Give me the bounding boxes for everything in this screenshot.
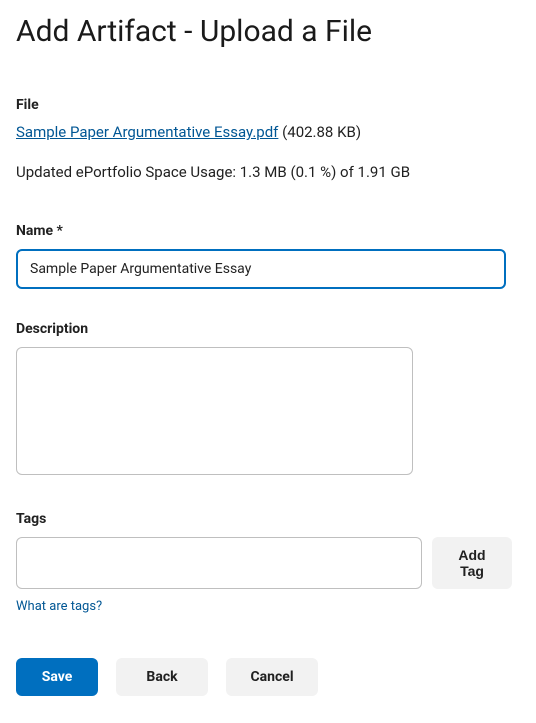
name-label: Name * — [16, 223, 520, 239]
name-input[interactable] — [16, 249, 506, 289]
storage-usage: Updated ePortfolio Space Usage: 1.3 MB (… — [16, 163, 520, 181]
what-are-tags-link[interactable]: What are tags? — [16, 599, 102, 614]
tags-group: Tags Add Tag What are tags? — [16, 511, 520, 614]
cancel-button[interactable]: Cancel — [226, 658, 318, 696]
tags-label: Tags — [16, 511, 520, 527]
description-group: Description — [16, 321, 520, 479]
button-row: Save Back Cancel — [16, 658, 520, 696]
file-size: (402.88 KB) — [282, 123, 361, 141]
tags-input[interactable] — [16, 537, 422, 589]
file-section: File Sample Paper Argumentative Essay.pd… — [16, 97, 520, 181]
file-label: File — [16, 97, 520, 113]
description-label: Description — [16, 321, 520, 337]
file-link[interactable]: Sample Paper Argumentative Essay.pdf — [16, 123, 278, 141]
file-line: Sample Paper Argumentative Essay.pdf (40… — [16, 123, 520, 141]
back-button[interactable]: Back — [116, 658, 208, 696]
save-button[interactable]: Save — [16, 658, 98, 696]
tags-row: Add Tag — [16, 537, 520, 589]
name-group: Name * — [16, 223, 520, 289]
add-tag-button[interactable]: Add Tag — [432, 537, 512, 589]
description-textarea[interactable] — [16, 347, 413, 475]
page-title: Add Artifact - Upload a File — [16, 14, 520, 49]
